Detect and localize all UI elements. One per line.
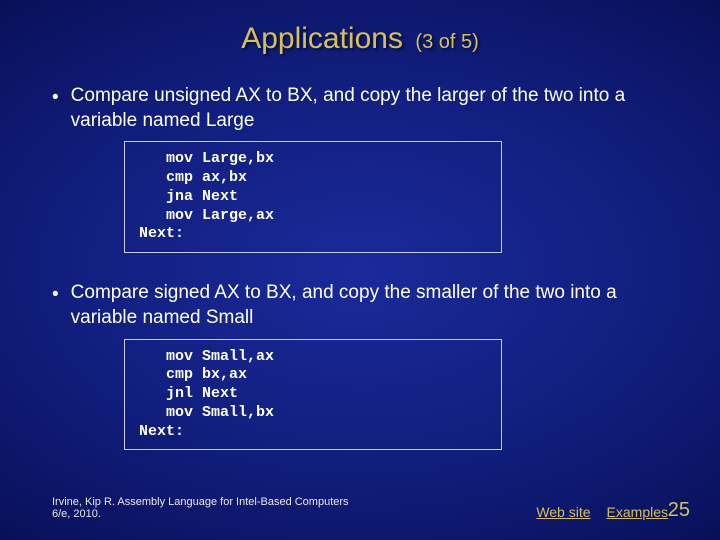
- code-block: mov Large,bx cmp ax,bx jna Next mov Larg…: [124, 141, 502, 253]
- bullet-item: • Compare unsigned AX to BX, and copy th…: [52, 84, 668, 133]
- slide-number: 25: [668, 499, 690, 522]
- bullet-dot-icon: •: [52, 86, 59, 111]
- slide-title: Applications: [241, 22, 403, 55]
- bullet-item: • Compare signed AX to BX, and copy the …: [52, 281, 668, 330]
- footer-links: Web site Examples: [536, 504, 668, 520]
- slide: Applications (3 of 5) • Compare unsigned…: [0, 0, 720, 540]
- bullet-dot-icon: •: [52, 283, 59, 308]
- slide-subtitle: (3 of 5): [415, 31, 478, 53]
- bullet-text: Compare unsigned AX to BX, and copy the …: [71, 84, 668, 133]
- bullet-text: Compare signed AX to BX, and copy the sm…: [71, 281, 668, 330]
- slide-title-row: Applications (3 of 5): [0, 22, 720, 56]
- examples-link[interactable]: Examples: [607, 504, 668, 520]
- website-link[interactable]: Web site: [536, 504, 590, 520]
- footer-credit: Irvine, Kip R. Assembly Language for Int…: [52, 496, 352, 520]
- slide-footer: Irvine, Kip R. Assembly Language for Int…: [52, 496, 668, 520]
- code-block: mov Small,ax cmp bx,ax jnl Next mov Smal…: [124, 339, 502, 451]
- slide-body: • Compare unsigned AX to BX, and copy th…: [52, 84, 668, 478]
